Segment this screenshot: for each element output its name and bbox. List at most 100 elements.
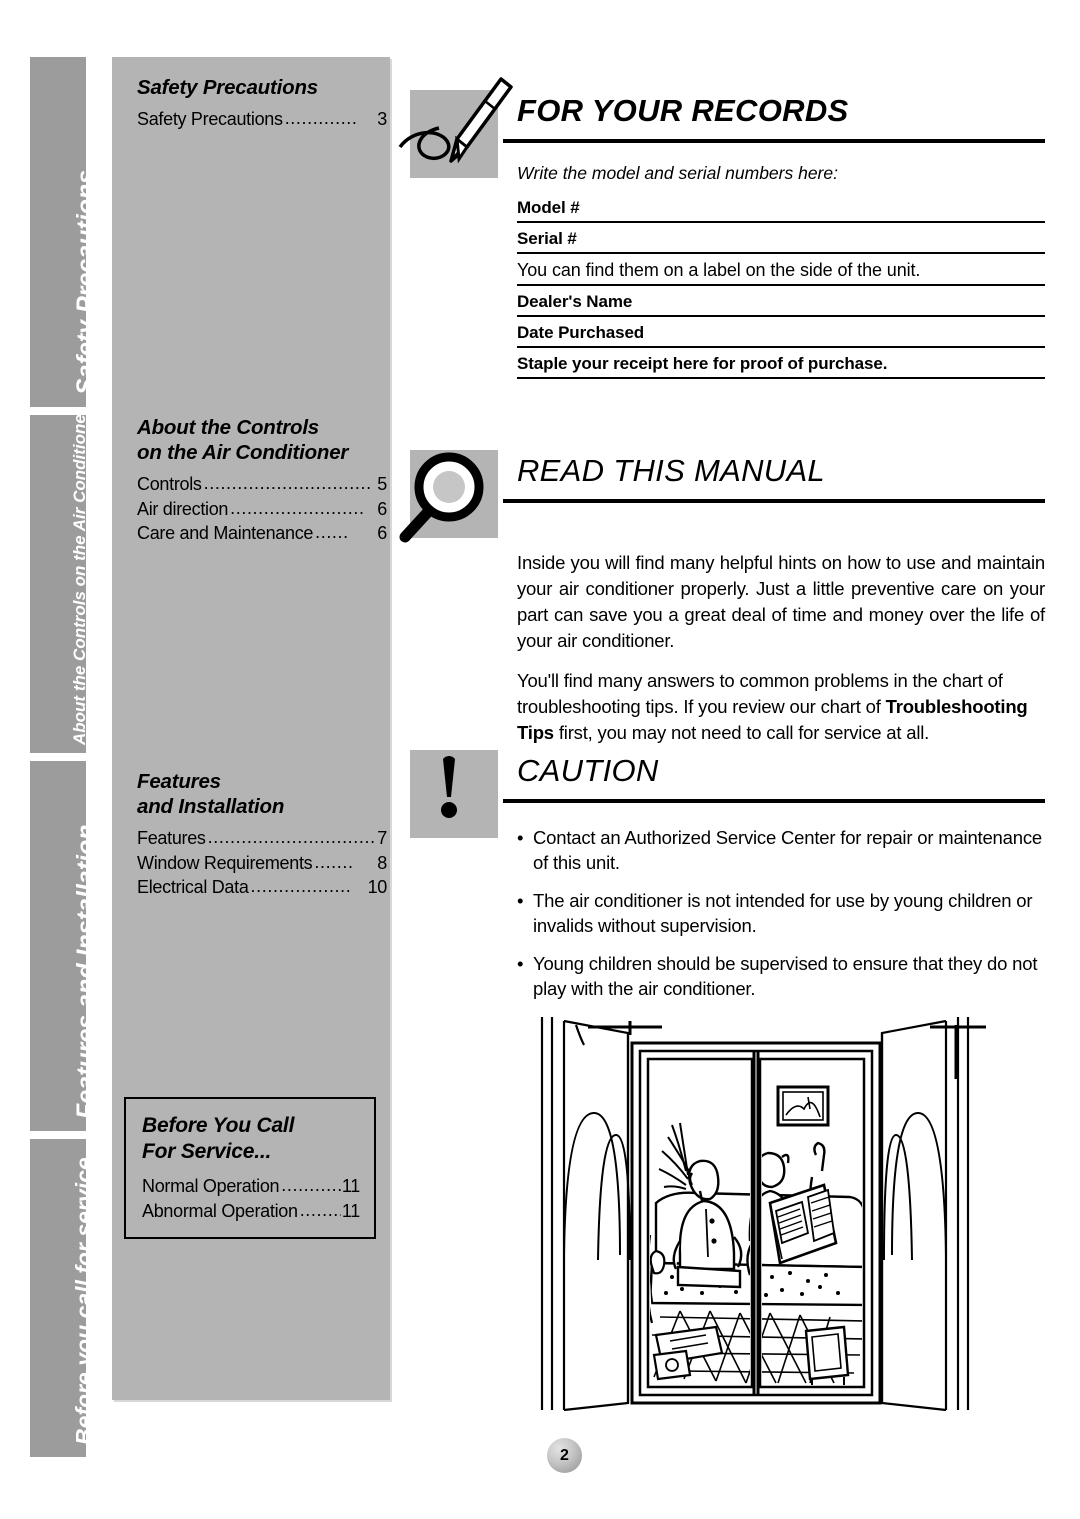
toc-entry[interactable]: Electrical Data .................. 10 [137,875,387,900]
records-note: Write the model and serial numbers here: [517,163,838,183]
side-tab-safety-precautions[interactable]: Safety Precautions [30,57,86,407]
form-row-label: Staple your receipt here for proof of pu… [517,354,888,373]
side-tab-strip: Safety Precautions About the Controls on… [30,57,86,1457]
toc-entry-dots: .............................. [203,474,372,492]
toc-entry[interactable]: Features .............................. … [137,826,387,851]
section-rule [503,499,1045,503]
toc-group-heading-line-1: Before You Call [142,1114,295,1137]
form-row-find-label-hint: You can find them on a label on the side… [517,260,1045,286]
caution-bullet-item: • Contact an Authorized Service Center fo… [517,825,1045,875]
toc-group-heading-line-1: Features [137,770,221,793]
manual-paragraph-2-part-2: first, you may not need to call for serv… [553,722,930,743]
toc-entry[interactable]: Air direction ........................ 6 [137,497,387,522]
section-title: CAUTION [517,753,659,788]
caution-bullet-text: Contact an Authorized Service Center for… [533,827,1042,873]
pen-writing-icon [398,77,513,173]
caution-bullet-list: • Contact an Authorized Service Center fo… [517,825,1045,1001]
magnifying-glass-icon-badge [399,445,510,546]
toc-group-about-the-controls: About the Controls on the Air Conditione… [137,415,387,546]
side-tab-label-wrap: Safety Precautions [30,57,86,407]
side-tab-label: Safety Precautions [72,169,86,395]
magnifying-glass-icon [399,445,493,543]
side-tab-label: Features and Installation [72,824,86,1119]
toc-entry[interactable]: Safety Precautions ............. 3 [137,107,387,132]
exclamation-mark-icon-badge [405,745,510,846]
form-row-model-number[interactable]: Model # [517,198,1045,223]
toc-group-heading-line-1: About the Controls [137,416,320,439]
toc-entry-dots: .............................. [207,828,376,846]
section-rule [503,799,1045,803]
toc-entry-dots: ............ [281,1176,341,1194]
form-row-label: Date Purchased [517,323,645,342]
side-tab-before-you-call-for-service[interactable]: Before you call for service... [30,1139,86,1457]
room-with-window-air-conditioner-illustration [520,1005,990,1420]
exclamation-mark-icon [405,745,493,833]
toc-group-heading-line-2: and Installation [137,795,285,818]
caution-bullet-item: • Young children should be supervised to … [517,951,1045,1001]
toc-entry-dots: ........................ [230,498,365,517]
toc-entry[interactable]: Care and Maintenance ...... 6 [137,521,387,546]
caution-bullet-item: • The air conditioner is not intended for… [517,888,1045,938]
toc-group-heading-line-2: on the Air Conditioner [137,441,349,464]
toc-entry-page: 7 [377,828,387,848]
page-number-badge: 2 [547,1438,582,1473]
form-row-label: Model # [517,198,580,217]
toc-entry[interactable]: Controls .............................. … [137,472,387,497]
toc-entry-title: Electrical Data [137,877,249,897]
section-rule [503,139,1045,143]
toc-group-features-and-installation: Features and Installation Features .....… [137,769,387,900]
bullet-dot-icon: • [517,827,524,848]
toc-entry-dots: ...... [315,523,349,541]
toc-group-before-you-call-boxed: Before You Call For Service... Normal Op… [124,1097,376,1239]
side-tab-label-wrap: About the Controls on the Air Conditione… [30,415,86,753]
toc-entry-page: 6 [377,498,387,519]
manual-paragraph-1: Inside you will find many helpful hints … [517,552,1045,651]
form-row-label: You can find them on a label on the side… [517,260,921,280]
toc-entry-page: 3 [377,109,387,129]
bullet-dot-icon: • [517,953,524,974]
toc-entry[interactable]: Abnormal Operation ......... 11 [142,1199,360,1224]
form-row-date-purchased[interactable]: Date Purchased [517,323,1045,348]
manual-paragraph-2: You'll find many answers to common probl… [517,668,1045,746]
toc-entry-page: 8 [377,852,387,873]
form-row-label: Dealer's Name [517,292,633,311]
side-tab-label: Before you call for service... [71,1139,86,1445]
toc-group-heading: Features and Installation [137,769,387,819]
form-row-serial-number[interactable]: Serial # [517,229,1045,254]
toc-entry-title: Features [137,828,206,848]
side-tab-features-and-installation[interactable]: Features and Installation [30,761,86,1131]
toc-entry[interactable]: Window Requirements ....... 8 [137,851,387,876]
side-tab-about-the-controls[interactable]: About the Controls on the Air Conditione… [30,415,86,753]
table-of-contents-panel: Safety Precautions Safety Precautions ..… [112,57,390,1400]
toc-entry-page: 11 [341,1200,360,1221]
toc-entry-title: Abnormal Operation [142,1200,298,1221]
section-body: Write the model and serial numbers here:… [517,163,1045,385]
toc-entry-title: Window Requirements [137,852,313,873]
toc-group-heading: Before You Call For Service... [142,1113,360,1165]
side-tab-label-wrap: Features and Installation [30,761,86,1131]
bullet-dot-icon: • [517,890,524,911]
pen-writing-icon-badge [398,77,513,186]
toc-entry[interactable]: Normal Operation ............ 11 [142,1174,360,1199]
toc-group-safety-precautions: Safety Precautions Safety Precautions ..… [137,75,387,132]
section-body: • Contact an Authorized Service Center fo… [517,825,1045,1014]
side-tab-label-wrap: Before you call for service... [30,1139,86,1457]
form-row-dealers-name[interactable]: Dealer's Name [517,292,1045,317]
toc-entry-dots: .................. [250,877,352,895]
form-row-staple-receipt: Staple your receipt here for proof of pu… [517,354,1045,379]
caution-bullet-text: The air conditioner is not intended for … [533,890,1033,936]
toc-entry-title: Care and Maintenance [137,523,314,543]
toc-group-heading: About the Controls on the Air Conditione… [137,415,387,465]
toc-entry-page: 10 [367,877,388,897]
caution-bullet-text: Young children should be supervised to e… [533,953,1038,999]
section-body: Inside you will find many helpful hints … [517,550,1045,760]
toc-entry-title: Safety Precautions [137,109,283,129]
section-title: READ THIS MANUAL [517,453,825,488]
side-tab-label: About the Controls on the Air Conditione… [70,415,86,745]
toc-entry-page: 5 [377,474,387,494]
toc-entry-dots: ....... [314,852,354,871]
toc-entry-page: 6 [377,523,387,543]
toc-entry-page: 11 [341,1176,360,1196]
toc-entry-dots: ......... [299,1200,341,1219]
toc-entry-title: Controls [137,474,202,494]
